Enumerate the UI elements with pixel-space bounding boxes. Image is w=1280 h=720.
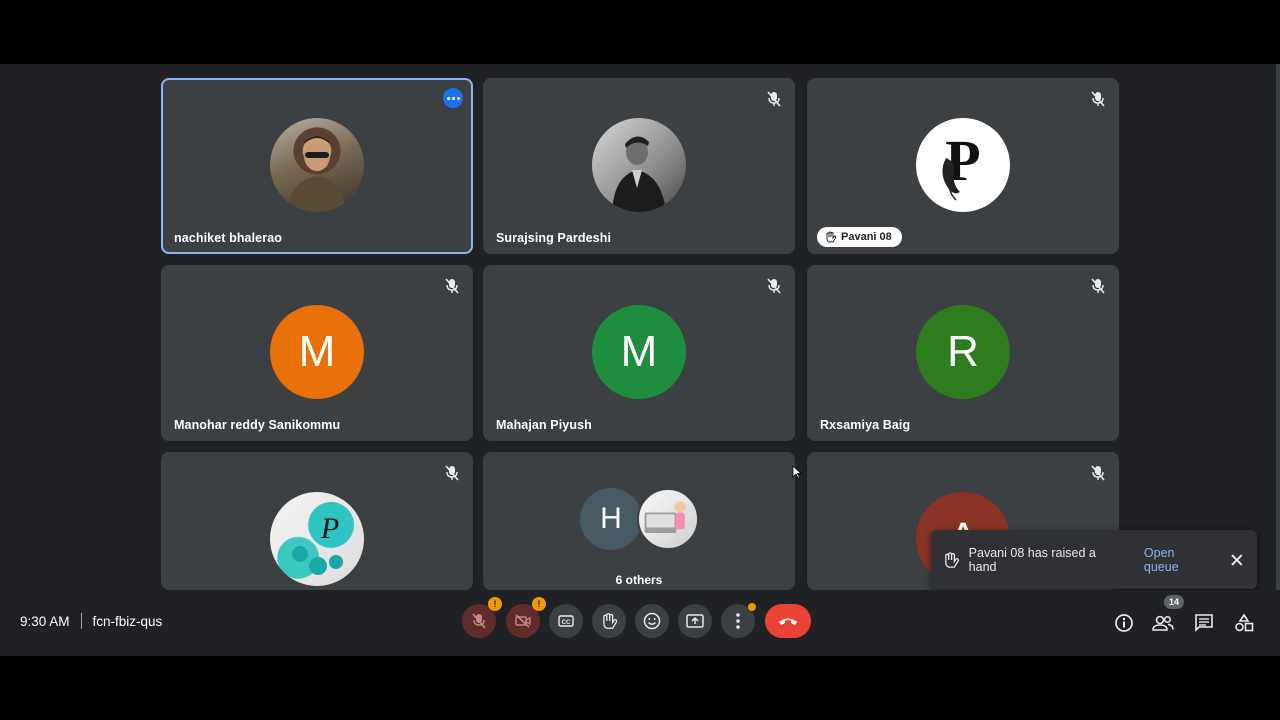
raised-hand-chip: Pavani 08 [817,227,902,247]
participant-name: Pavani 08 [841,231,892,243]
avatar-letter: R [916,305,1010,399]
toast-message: Pavani 08 has raised a hand [968,545,1096,574]
clock-time: 9:30 AM [20,613,70,629]
warning-badge: ! [532,597,546,611]
chat-icon [1195,614,1213,632]
avatar: P [916,118,1010,212]
participant-name: Surajsing Pardeshi [496,231,612,245]
raised-hand-toast: Pavani 08 has raised a hand Open queue [931,530,1257,589]
participant-tile[interactable]: nachiket bhalerao [161,78,473,254]
present-button[interactable] [678,604,712,638]
participant-tile[interactable]: P Pavani 08 [807,78,1119,254]
mic-off-icon [445,278,459,294]
close-icon[interactable] [1229,552,1245,568]
notification-dot [748,603,756,611]
open-queue-link[interactable]: Open queue [1144,546,1211,574]
others-tile[interactable]: H 6 others [483,452,795,590]
participant-name: nachiket bhalerao [174,231,282,245]
participant-count-badge: 14 [1164,595,1185,609]
participant-name: Manohar reddy Sanikommu [174,418,341,432]
mic-off-icon [767,278,781,294]
mic-off-icon [1091,278,1105,294]
participant-name: Mahajan Piyush [496,418,592,432]
people-button[interactable] [1152,612,1174,634]
mic-off-icon [445,465,459,481]
captions-icon: CC [558,615,574,627]
participant-name: Rxsamiya Baig [820,418,911,432]
mic-off-icon [472,613,486,629]
mic-off-icon [1091,91,1105,107]
letterbox-top [0,0,1280,64]
svg-text:CC: CC [562,620,571,626]
captions-button[interactable]: CC [549,604,583,638]
end-call-icon [779,618,797,625]
warning-badge: ! [488,597,502,611]
avatar-letter: M [592,305,686,399]
avatar-letter: M [270,305,364,399]
participant-tile[interactable]: M Mahajan Piyush [483,265,795,441]
chat-button[interactable] [1193,612,1215,634]
edge-strip [1276,64,1280,656]
leave-call-button[interactable] [765,604,811,638]
meeting-code: fcn-fbiz-qus [92,613,163,629]
people-icon [1152,615,1174,631]
raise-hand-icon [826,231,836,243]
activities-icon [1235,613,1254,632]
present-icon [686,614,704,628]
more-options-button[interactable] [721,603,756,638]
emoji-button[interactable] [635,604,669,638]
mouse-cursor-icon [792,465,802,479]
avatar-letter: H [580,488,642,550]
participant-tile[interactable]: Surajsing Pardeshi [483,78,795,254]
avatar [270,118,364,212]
info-icon [1115,614,1133,632]
tile-options-button[interactable] [443,88,463,108]
participant-tile[interactable]: R Rxsamiya Baig [807,265,1119,441]
emoji-icon [643,612,661,630]
participant-tile[interactable]: P [161,452,473,590]
participant-tile[interactable]: M Manohar reddy Sanikommu [161,265,473,441]
raise-hand-icon [603,613,617,629]
control-bar: 9:30 AM fcn-fbiz-qus ! ! CC 14 [0,590,1280,656]
raise-hand-icon [945,551,959,568]
mic-off-icon [767,91,781,107]
divider [80,613,82,629]
camera-off-icon [515,614,531,628]
raise-hand-button[interactable] [592,604,626,638]
others-label: 6 others [615,573,663,587]
activities-button[interactable] [1233,612,1255,634]
more-vert-icon [736,613,740,629]
mic-toggle-button[interactable]: ! [462,597,502,638]
meeting-details: 9:30 AM fcn-fbiz-qus [20,613,162,629]
avatar [592,118,686,212]
camera-toggle-button[interactable]: ! [506,597,546,638]
letterbox-bottom [0,656,1280,720]
meet-window: nachiket bhalerao Surajsing Pardeshi P P… [0,64,1280,656]
avatar [637,488,699,550]
mic-off-icon [1091,465,1105,481]
meeting-info-button[interactable] [1113,612,1135,634]
svg-text:P: P [320,512,339,545]
avatar: P [270,492,364,586]
